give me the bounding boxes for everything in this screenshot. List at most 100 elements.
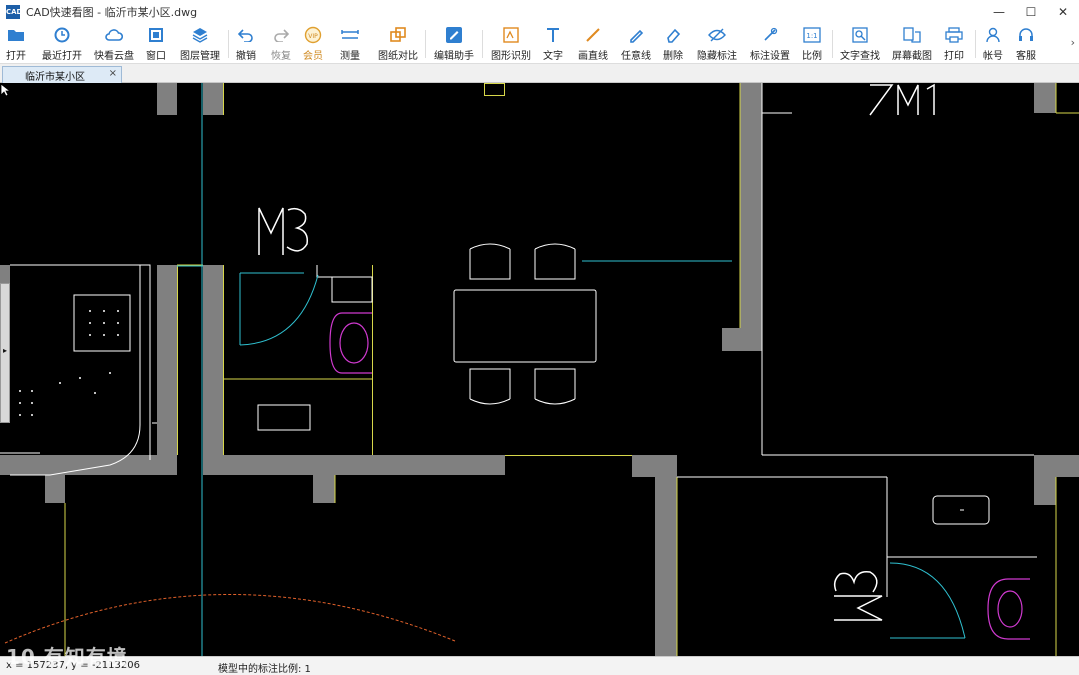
- measure-button[interactable]: 测量: [340, 26, 360, 62]
- minimize-button[interactable]: —: [983, 0, 1015, 24]
- printer-icon: [944, 26, 964, 44]
- chevron-right-icon: ▸: [3, 346, 8, 355]
- redo-button[interactable]: 恢复: [271, 26, 291, 62]
- sidebar-toggle[interactable]: ▸: [0, 283, 10, 423]
- sinks: [329, 312, 1030, 640]
- svg-text:1:1: 1:1: [806, 32, 817, 40]
- tab-label: 临沂市某小区: [25, 71, 85, 83]
- toolbar-separator: [425, 30, 426, 58]
- freehand-button[interactable]: 任意线: [621, 26, 651, 62]
- support-button[interactable]: 客服: [1016, 26, 1036, 62]
- measure-label: 测量: [340, 51, 360, 62]
- layers-button[interactable]: 图层管理: [180, 26, 220, 62]
- compare-button[interactable]: 图纸对比: [378, 26, 418, 62]
- window-button[interactable]: 窗口: [146, 26, 166, 62]
- edit-assistant-button[interactable]: 编辑助手: [434, 26, 474, 62]
- support-label: 客服: [1016, 51, 1036, 62]
- ratio-label: 比例: [802, 51, 822, 62]
- toolbar-separator: [975, 30, 976, 58]
- clock-icon: [52, 26, 72, 44]
- vip-label: 会员: [303, 51, 323, 62]
- text-button[interactable]: 文字: [543, 26, 563, 62]
- toolbar-separator: [482, 30, 483, 58]
- status-bar: x = 157237, y = -2113206 模型中的标注比例: 1: [0, 656, 1079, 675]
- mark-settings-button[interactable]: 标注设置: [750, 26, 790, 62]
- pen-icon: [626, 26, 646, 44]
- drawing-canvas[interactable]: ▸: [0, 83, 1079, 656]
- screen-capture-button[interactable]: 屏幕截图: [892, 26, 932, 62]
- window-controls: — ☐ ✕: [983, 0, 1079, 24]
- mouse-cursor-icon: [0, 83, 10, 97]
- hide-mark-button[interactable]: 隐藏标注: [697, 26, 737, 62]
- main-toolbar: 打开 最近打开 快看云盘 窗口 图层管理 撤销 恢复 VIP 会员 测量 图纸对…: [0, 24, 1079, 64]
- watermark-logo: 10 有知有境: [6, 645, 128, 669]
- redo-icon: [271, 26, 291, 44]
- headset-icon: [1016, 26, 1036, 44]
- maximize-button[interactable]: ☐: [1015, 0, 1047, 24]
- layers-label: 图层管理: [180, 51, 220, 62]
- find-text-label: 文字查找: [840, 51, 880, 62]
- print-label: 打印: [944, 51, 964, 62]
- toolbar-more-button[interactable]: ›: [1071, 36, 1075, 49]
- floor-plan-drawing: [0, 83, 1079, 656]
- app-window: CAD CAD快速看图 - 临沂市某小区.dwg — ☐ ✕ 打开 最近打开 快…: [0, 0, 1079, 675]
- find-text-button[interactable]: 文字查找: [840, 26, 880, 62]
- hide-mark-label: 隐藏标注: [697, 51, 737, 62]
- compare-icon: [388, 26, 408, 44]
- tab-close-icon[interactable]: ×: [109, 68, 117, 79]
- account-button[interactable]: 帐号: [983, 26, 1003, 62]
- open-label: 打开: [6, 51, 26, 62]
- furniture-outlines: [0, 83, 1037, 597]
- undo-button[interactable]: 撤销: [236, 26, 256, 62]
- ratio-button[interactable]: 1:1 比例: [802, 26, 822, 62]
- annotation-scale: 模型中的标注比例: 1: [218, 664, 311, 675]
- settings-icon: [760, 26, 780, 44]
- toolbar-separator: [832, 30, 833, 58]
- layers-icon: [190, 26, 210, 44]
- tab-document[interactable]: 临沂市某小区 ×: [2, 66, 122, 83]
- close-button[interactable]: ✕: [1047, 0, 1079, 24]
- erase-button[interactable]: 删除: [663, 26, 683, 62]
- window-title: CAD快速看图 - 临沂市某小区.dwg: [26, 6, 198, 19]
- screen-capture-label: 屏幕截图: [892, 51, 932, 62]
- recognize-icon: [501, 26, 521, 44]
- svg-text:VIP: VIP: [308, 33, 318, 40]
- erase-label: 删除: [663, 51, 683, 62]
- tile-pattern: [19, 310, 119, 416]
- vip-icon: VIP: [303, 26, 323, 44]
- user-icon: [983, 26, 1003, 44]
- title-bar: CAD CAD快速看图 - 临沂市某小区.dwg — ☐ ✕: [0, 0, 1079, 24]
- recent-label: 最近打开: [42, 51, 82, 62]
- text-icon: [543, 26, 563, 44]
- edit-assistant-label: 编辑助手: [434, 51, 474, 62]
- mark-settings-label: 标注设置: [750, 51, 790, 62]
- cloud-label: 快看云盘: [94, 51, 134, 62]
- undo-label: 撤销: [236, 51, 256, 62]
- screenshot-icon: [902, 26, 922, 44]
- freehand-label: 任意线: [621, 51, 651, 62]
- orange-boundary-arc: [4, 594, 456, 644]
- ruler-icon: [340, 26, 360, 44]
- cloud-button[interactable]: 快看云盘: [94, 26, 134, 62]
- app-logo-icon: CAD: [6, 5, 22, 19]
- text-label: 文字: [543, 51, 563, 62]
- line-button[interactable]: 画直线: [578, 26, 608, 62]
- folder-icon: [6, 26, 26, 44]
- window-icon: [146, 26, 166, 44]
- print-button[interactable]: 打印: [944, 26, 964, 62]
- toolbar-separator: [228, 30, 229, 58]
- recent-button[interactable]: 最近打开: [42, 26, 82, 62]
- eye-off-icon: [707, 26, 727, 44]
- compare-label: 图纸对比: [378, 51, 418, 62]
- undo-icon: [236, 26, 256, 44]
- vip-button[interactable]: VIP 会员: [303, 26, 323, 62]
- account-label: 帐号: [983, 51, 1003, 62]
- redo-label: 恢复: [271, 51, 291, 62]
- edit-assistant-icon: [444, 26, 464, 44]
- recognize-button[interactable]: 图形识别: [491, 26, 531, 62]
- recognize-label: 图形识别: [491, 51, 531, 62]
- find-text-icon: [850, 26, 870, 44]
- cloud-icon: [104, 26, 124, 44]
- window-label: 窗口: [146, 51, 166, 62]
- open-button[interactable]: 打开: [6, 26, 26, 62]
